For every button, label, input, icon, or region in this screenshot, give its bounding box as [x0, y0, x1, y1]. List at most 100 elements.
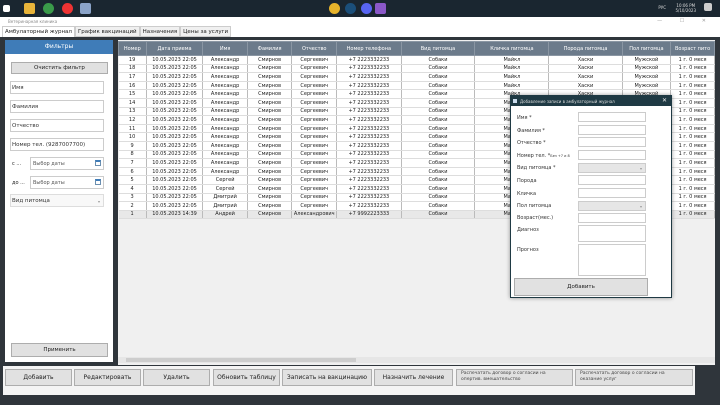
- table-cell[interactable]: 10.05.2023 22:05: [146, 201, 204, 211]
- table-cell[interactable]: 10.05.2023 22:05: [146, 193, 204, 203]
- notifications-icon[interactable]: [704, 3, 712, 11]
- table-cell[interactable]: 10.05.2023 22:05: [146, 81, 204, 91]
- table-cell[interactable]: Собаки: [401, 193, 476, 203]
- table-cell[interactable]: Смирнов: [247, 98, 293, 108]
- table-cell[interactable]: 11: [118, 124, 147, 134]
- table-cell[interactable]: 1 г. 0 меся: [670, 64, 715, 74]
- steam-icon[interactable]: [345, 3, 356, 14]
- apply-filter-button[interactable]: Применить: [11, 343, 108, 357]
- file-explorer-icon[interactable]: [24, 3, 35, 14]
- table-cell[interactable]: Александр: [202, 115, 248, 125]
- sex-select[interactable]: ▾: [578, 201, 646, 211]
- table-cell[interactable]: Мужской: [622, 81, 672, 91]
- table-cell[interactable]: Майкл: [474, 64, 550, 74]
- table-cell[interactable]: 19: [118, 55, 147, 65]
- table-cell[interactable]: Смирнов: [247, 124, 293, 134]
- table-cell[interactable]: +7 2223332233: [336, 201, 402, 211]
- table-cell[interactable]: Александр: [202, 158, 248, 168]
- window-controls[interactable]: — ☐ ✕: [657, 18, 714, 24]
- table-cell[interactable]: Сергеевич: [291, 55, 338, 65]
- patronymic-input[interactable]: [578, 137, 646, 147]
- table-cell[interactable]: Мужской: [622, 72, 672, 82]
- column-header[interactable]: Отчество: [291, 41, 338, 56]
- table-cell[interactable]: 1 г. 0 меся: [670, 98, 715, 108]
- close-icon[interactable]: ✕: [662, 97, 667, 104]
- table-cell[interactable]: +7 2223332233: [336, 89, 402, 99]
- table-cell[interactable]: Смирнов: [247, 107, 293, 117]
- table-cell[interactable]: Собаки: [401, 124, 476, 134]
- date-to-picker[interactable]: Выбор даты: [30, 176, 104, 189]
- assign-treatment-button[interactable]: Назначить лечение: [374, 369, 453, 386]
- table-cell[interactable]: 1 г. 0 меся: [670, 150, 715, 160]
- table-cell[interactable]: Смирнов: [247, 158, 293, 168]
- table-cell[interactable]: Александр: [202, 55, 248, 65]
- diagnosis-textarea[interactable]: [578, 225, 646, 242]
- calendar-icon[interactable]: [95, 160, 101, 166]
- table-cell[interactable]: Собаки: [401, 55, 476, 65]
- column-header[interactable]: Возраст пито: [670, 41, 715, 56]
- table-cell[interactable]: Александр: [202, 64, 248, 74]
- table-cell[interactable]: 10.05.2023 22:05: [146, 55, 204, 65]
- print-services-consent-button[interactable]: Распечатать договор о согласии на оказан…: [575, 369, 693, 386]
- table-cell[interactable]: Собаки: [401, 107, 476, 117]
- table-cell[interactable]: Сергеевич: [291, 150, 338, 160]
- surname-input[interactable]: [578, 125, 646, 135]
- table-cell[interactable]: Александр: [202, 132, 248, 142]
- print-surgery-consent-button[interactable]: Распечатать договор о согласии на оперти…: [456, 369, 573, 386]
- table-cell[interactable]: 13: [118, 107, 147, 117]
- table-cell[interactable]: 1 г. 0 меся: [670, 81, 715, 91]
- table-cell[interactable]: 1 г. 0 меся: [670, 132, 715, 142]
- table-cell[interactable]: Смирнов: [247, 115, 293, 125]
- filter-last-name-input[interactable]: Фамилия: [10, 100, 104, 113]
- table-cell[interactable]: Собаки: [401, 150, 476, 160]
- table-cell[interactable]: +7 2223332233: [336, 158, 402, 168]
- table-cell[interactable]: 10.05.2023 22:05: [146, 64, 204, 74]
- table-cell[interactable]: +7 2223332233: [336, 175, 402, 185]
- column-header[interactable]: Номер: [118, 41, 147, 56]
- tab-prices[interactable]: Цены за услуги: [180, 26, 232, 37]
- table-cell[interactable]: Майкл: [474, 55, 550, 65]
- table-cell[interactable]: 18: [118, 64, 147, 74]
- table-cell[interactable]: 10.05.2023 22:05: [146, 107, 204, 117]
- table-cell[interactable]: 1 г. 0 меся: [670, 175, 715, 185]
- discord-icon[interactable]: [361, 3, 372, 14]
- table-cell[interactable]: +7 9992223333: [336, 210, 402, 220]
- table-cell[interactable]: Собаки: [401, 210, 476, 220]
- table-cell[interactable]: +7 2223332233: [336, 98, 402, 108]
- table-cell[interactable]: Александр: [202, 72, 248, 82]
- column-header[interactable]: Порода питомца: [548, 41, 623, 56]
- filter-phone-input[interactable]: Номер тел. (9287007700): [10, 138, 104, 151]
- edit-button[interactable]: Редактировать: [74, 369, 141, 386]
- table-cell[interactable]: Сергеевич: [291, 72, 338, 82]
- table-cell[interactable]: Собаки: [401, 141, 476, 151]
- table-cell[interactable]: Александр: [202, 98, 248, 108]
- table-cell[interactable]: 1 г. 0 меся: [670, 201, 715, 211]
- table-cell[interactable]: 14: [118, 98, 147, 108]
- table-cell[interactable]: Хаски: [548, 55, 623, 65]
- table-cell[interactable]: Сергеевич: [291, 107, 338, 117]
- column-header[interactable]: Имя: [202, 41, 248, 56]
- table-cell[interactable]: 10.05.2023 22:05: [146, 141, 204, 151]
- table-cell[interactable]: +7 2223332233: [336, 107, 402, 117]
- table-cell[interactable]: Смирнов: [247, 184, 293, 194]
- table-cell[interactable]: +7 2223332233: [336, 184, 402, 194]
- table-cell[interactable]: 10.05.2023 22:05: [146, 150, 204, 160]
- nickname-input[interactable]: [578, 188, 646, 198]
- table-row[interactable]: 18 10.05.2023 22:05 Александр Смирнов Сергее…: [118, 64, 715, 74]
- table-cell[interactable]: +7 2223332233: [336, 132, 402, 142]
- table-cell[interactable]: Андрей: [202, 210, 248, 220]
- table-cell[interactable]: Сергеевич: [291, 158, 338, 168]
- table-cell[interactable]: +7 2223332233: [336, 55, 402, 65]
- table-cell[interactable]: Дмитрий: [202, 201, 248, 211]
- column-header[interactable]: Кличка питомца: [474, 41, 550, 56]
- table-cell[interactable]: 10: [118, 132, 147, 142]
- table-cell[interactable]: Собаки: [401, 72, 476, 82]
- chrome-icon[interactable]: [329, 3, 340, 14]
- table-cell[interactable]: Собаки: [401, 201, 476, 211]
- table-cell[interactable]: Сергеевич: [291, 89, 338, 99]
- table-cell[interactable]: +7 2223332233: [336, 150, 402, 160]
- table-cell[interactable]: Александр: [202, 167, 248, 177]
- table-cell[interactable]: 16: [118, 81, 147, 91]
- prognosis-textarea[interactable]: [578, 244, 646, 276]
- table-cell[interactable]: Смирнов: [247, 89, 293, 99]
